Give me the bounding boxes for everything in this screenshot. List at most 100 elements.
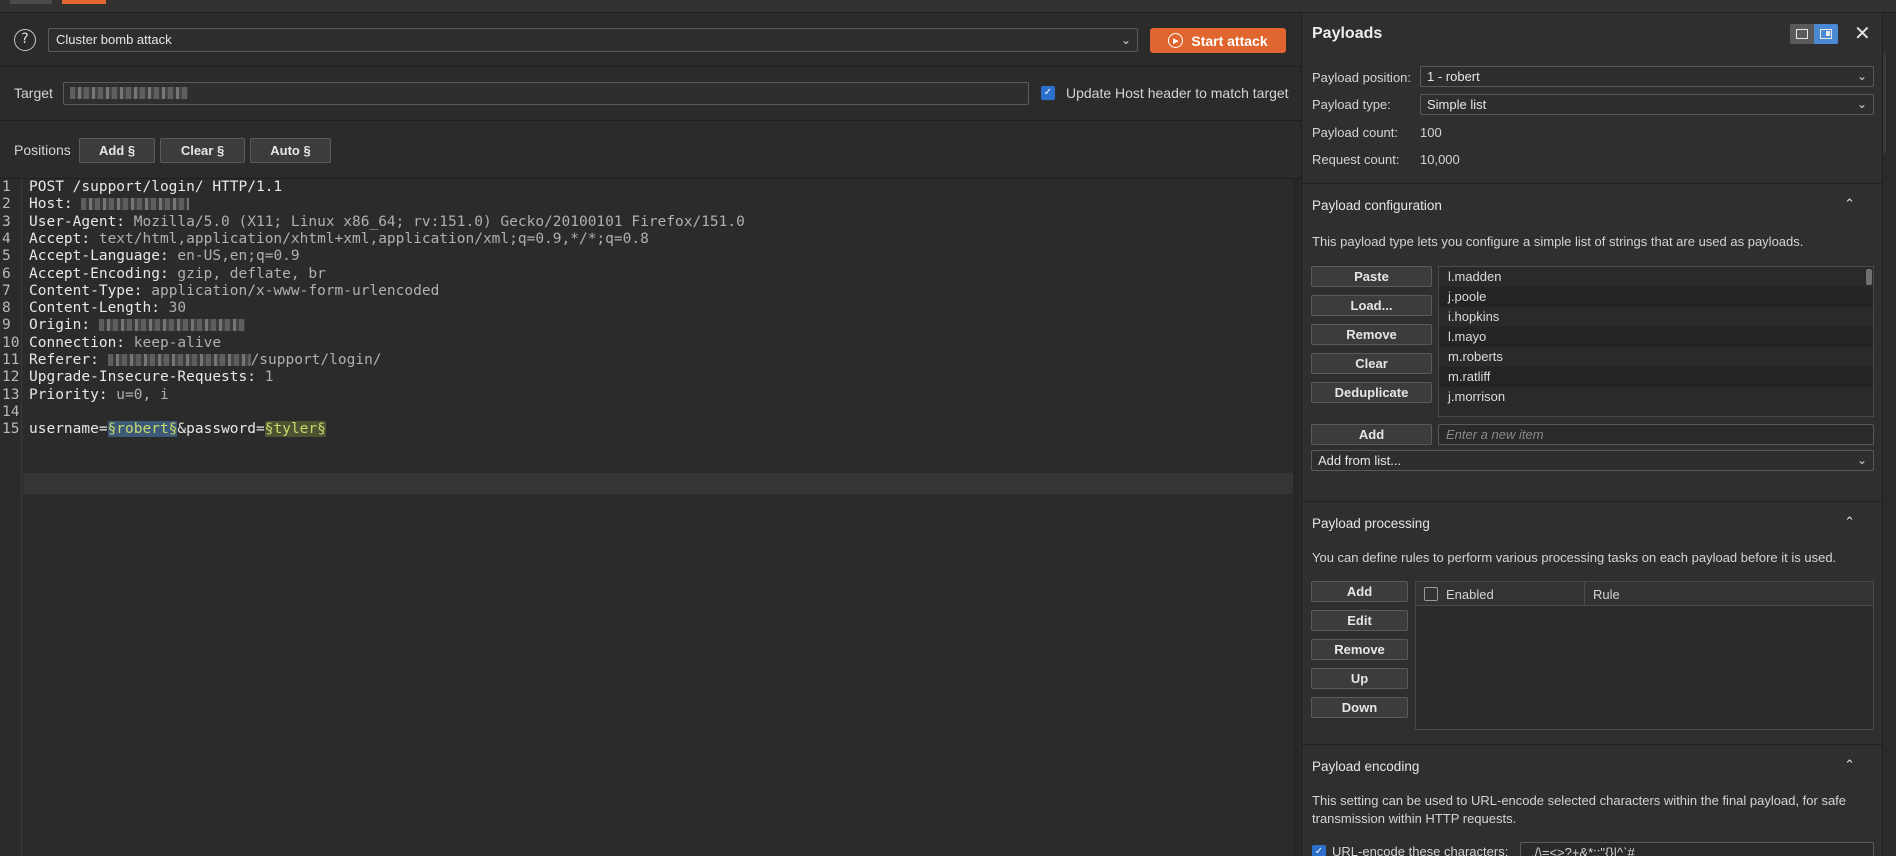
header-line: Content-Type: application/x-www-form-url… (29, 282, 440, 299)
header-line: Upgrade-Insecure-Requests: 1 (29, 369, 274, 386)
auto-marker-button[interactable]: Auto § (250, 138, 331, 163)
chevron-up-icon[interactable]: ⌃ (1844, 757, 1855, 773)
line-number: 10 (2, 334, 20, 351)
header-line: Connection: keep-alive (29, 334, 222, 351)
layout-toggle-button[interactable] (1790, 24, 1814, 44)
update-host-checkbox[interactable]: ✓ (1041, 86, 1055, 100)
request-body-line: username=§robert§&password=§tyler§ (29, 421, 326, 438)
clear-marker-button[interactable]: Clear § (160, 138, 245, 163)
list-item[interactable]: m.ratliff (1439, 367, 1873, 387)
down-rule-button[interactable]: Down (1311, 697, 1408, 718)
remove-button[interactable]: Remove (1311, 324, 1432, 345)
header-line: Referer: /support/login/ (29, 352, 382, 368)
update-host-label: Update Host header to match target (1066, 85, 1289, 101)
processing-rules-table[interactable]: Enabled Rule (1415, 581, 1874, 730)
chevron-down-icon: ⌄ (1856, 453, 1867, 467)
chevron-up-icon[interactable]: ⌃ (1844, 514, 1855, 530)
top-tab[interactable] (10, 0, 52, 4)
processing-description: You can define rules to perform various … (1312, 550, 1837, 565)
line-number: 2 (2, 196, 11, 213)
chevron-up-icon[interactable]: ⌃ (1844, 196, 1855, 212)
url-encode-label: URL-encode these characters: (1332, 844, 1509, 856)
add-from-list-value: Add from list... (1318, 453, 1402, 468)
request-editor[interactable]: 1 POST /support/login/ HTTP/1.1 2 Host: … (0, 179, 1301, 856)
help-icon[interactable]: ? (14, 29, 36, 51)
side-rail-tab[interactable] (1883, 53, 1886, 153)
section-title: Payload encoding (1312, 759, 1420, 774)
redacted-text (107, 354, 251, 366)
add-marker-button[interactable]: Add § (79, 138, 155, 163)
line-number: 4 (2, 230, 11, 247)
payload-type-select[interactable]: Simple list ⌄ (1420, 94, 1874, 115)
new-item-input[interactable]: Enter a new item (1438, 424, 1874, 445)
payload-marker-1[interactable]: §robert§ (107, 421, 178, 438)
payload-processing-header[interactable]: Payload processing ⌃ (1302, 501, 1882, 543)
header-line: Origin: (29, 317, 245, 333)
header-line: Content-Length: 30 (29, 300, 187, 317)
select-all-checkbox[interactable] (1424, 587, 1438, 601)
deduplicate-button[interactable]: Deduplicate (1311, 382, 1432, 403)
paste-button[interactable]: Paste (1311, 266, 1432, 287)
target-input[interactable] (63, 82, 1029, 105)
add-item-button[interactable]: Add (1311, 424, 1432, 445)
encoding-description: This setting can be used to URL-encode s… (1312, 793, 1847, 826)
line-number: 11 (2, 352, 20, 368)
clear-button[interactable]: Clear (1311, 353, 1432, 374)
column-header-enabled[interactable]: Enabled (1446, 587, 1494, 602)
url-encode-checkbox[interactable]: ✓ (1312, 845, 1326, 856)
close-icon[interactable]: ✕ (1854, 21, 1871, 46)
line-number: 8 (2, 300, 11, 317)
line-number: 13 (2, 386, 20, 403)
redacted-text (81, 198, 190, 211)
line-number: 3 (2, 213, 11, 230)
chevron-down-icon: ⌄ (1856, 97, 1867, 111)
start-attack-button[interactable]: ▶ Start attack (1150, 28, 1286, 53)
list-scrollbar[interactable] (1866, 269, 1872, 285)
load-button[interactable]: Load... (1311, 295, 1432, 316)
start-attack-label: Start attack (1191, 32, 1268, 49)
column-header-rule[interactable]: Rule (1593, 587, 1620, 602)
layout-toggle-button-active[interactable] (1814, 24, 1838, 44)
list-item[interactable]: l.madden (1439, 267, 1873, 287)
url-encode-chars-input[interactable]: ./\=<>?+&*;:"{}|^`# (1520, 842, 1874, 856)
attack-type-select[interactable]: Cluster bomb attack ⌄ (48, 28, 1138, 52)
payload-position-value: 1 - robert (1427, 69, 1480, 84)
line-number: 15 (2, 421, 20, 438)
line-number: 5 (2, 248, 11, 265)
list-item[interactable]: j.morrison (1439, 387, 1873, 407)
payload-position-select[interactable]: 1 - robert ⌄ (1420, 66, 1874, 87)
remove-rule-button[interactable]: Remove (1311, 639, 1408, 660)
list-item[interactable]: i.hopkins (1439, 307, 1873, 327)
payload-encoding-header[interactable]: Payload encoding ⌃ (1302, 744, 1882, 786)
add-rule-button[interactable]: Add (1311, 581, 1408, 602)
target-label: Target (14, 85, 53, 101)
line-number: 6 (2, 265, 11, 282)
payload-count-value: 100 (1420, 125, 1442, 140)
payload-marker-2[interactable]: §tyler§ (264, 421, 326, 438)
add-from-list-select[interactable]: Add from list... ⌄ (1311, 450, 1874, 471)
payload-configuration-header[interactable]: Payload configuration ⌃ (1302, 183, 1882, 225)
top-tab-strip (0, 0, 1896, 13)
attack-row: ? Cluster bomb attack ⌄ ▶ Start attack (0, 13, 1301, 67)
up-rule-button[interactable]: Up (1311, 668, 1408, 689)
request-line: POST /support/login/ HTTP/1.1 (29, 179, 283, 195)
header-line: User-Agent: Mozilla/5.0 (X11; Linux x86_… (29, 213, 745, 230)
edit-rule-button[interactable]: Edit (1311, 610, 1408, 631)
line-number: 7 (2, 282, 11, 299)
target-row: Target ✓ Update Host header to match tar… (0, 67, 1301, 121)
list-item[interactable]: l.mayo (1439, 327, 1873, 347)
current-line-highlight (23, 473, 1293, 494)
list-item[interactable]: j.poole (1439, 287, 1873, 307)
table-header: Enabled Rule (1416, 582, 1873, 606)
editor-scrollbar[interactable] (1293, 179, 1299, 856)
top-tab-active[interactable] (62, 0, 106, 4)
panel-title: Payloads (1312, 25, 1383, 42)
play-icon: ▶ (1168, 33, 1184, 48)
column-divider[interactable] (1584, 582, 1585, 606)
positions-label: Positions (14, 142, 71, 158)
payload-list[interactable]: l.madden j.poole i.hopkins l.mayo m.robe… (1438, 266, 1874, 417)
positions-row: Positions Add § Clear § Auto § (0, 121, 1301, 179)
section-title: Payload processing (1312, 516, 1430, 531)
list-item[interactable]: m.roberts (1439, 347, 1873, 367)
header-line: Accept-Encoding: gzip, deflate, br (29, 265, 326, 282)
